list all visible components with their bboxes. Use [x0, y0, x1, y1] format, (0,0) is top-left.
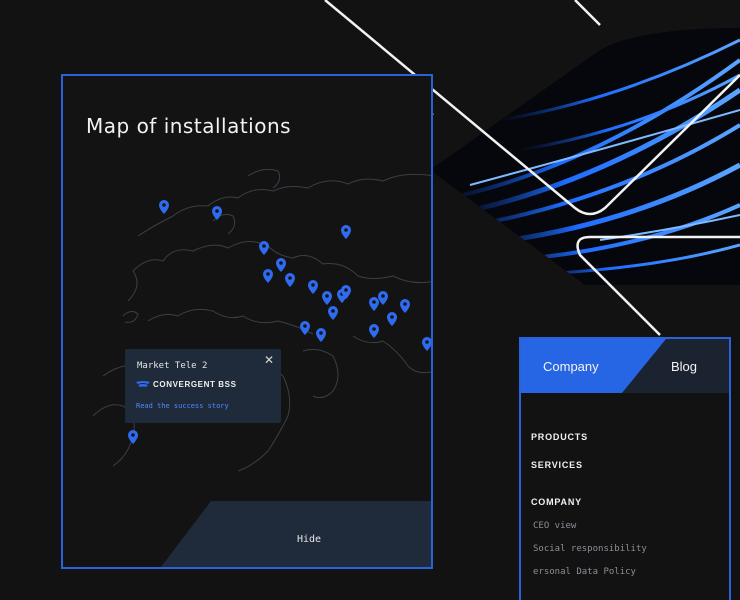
- tab-company[interactable]: Company: [543, 359, 599, 374]
- tab-blog[interactable]: Blog: [671, 359, 697, 374]
- success-story-link[interactable]: Read the success story: [136, 402, 229, 410]
- light-streaks-image: [430, 28, 740, 285]
- hide-button[interactable]: Hide: [297, 534, 321, 545]
- location-pin-dot: [279, 261, 283, 265]
- location-pin-icon[interactable]: [378, 291, 388, 305]
- convergent-logo-icon: [136, 381, 150, 387]
- location-pin-icon[interactable]: [259, 241, 269, 255]
- menu-products[interactable]: PRODUCTS: [531, 432, 588, 442]
- location-pin-dot: [372, 300, 376, 304]
- location-pin-dot: [162, 203, 166, 207]
- location-pin-icon[interactable]: [308, 280, 318, 294]
- location-pin-dot: [131, 433, 135, 437]
- world-map[interactable]: [63, 76, 433, 569]
- location-pin-dot: [319, 331, 323, 335]
- location-pin-dot: [215, 209, 219, 213]
- location-pin-icon[interactable]: [285, 273, 295, 287]
- location-pin-dot: [403, 302, 407, 306]
- location-pin-dot: [381, 294, 385, 298]
- location-pin-dot: [288, 276, 292, 280]
- location-pin-icon[interactable]: [316, 328, 326, 342]
- location-pin-icon[interactable]: [400, 299, 410, 313]
- location-pin-icon[interactable]: [322, 291, 332, 305]
- location-pin-dot: [262, 244, 266, 248]
- close-icon[interactable]: ✕: [264, 353, 274, 367]
- location-pin-icon[interactable]: [159, 200, 169, 214]
- location-pin-dot: [325, 294, 329, 298]
- location-pin-icon[interactable]: [212, 206, 222, 220]
- location-pin-dot: [266, 272, 270, 276]
- popup-market-label: Market Tele 2: [137, 361, 208, 371]
- location-pin-icon[interactable]: [276, 258, 286, 272]
- location-pin-icon[interactable]: [422, 337, 432, 351]
- menu-item-data-policy[interactable]: ersonal Data Policy: [533, 567, 636, 577]
- popup-product-label: CONVERGENT BSS: [153, 380, 237, 389]
- installation-popup: Market Tele 2 ✕ CONVERGENT BSS Read the …: [125, 349, 281, 423]
- location-pin-icon[interactable]: [369, 297, 379, 311]
- location-pin-dot: [331, 309, 335, 313]
- location-pin-icon[interactable]: [328, 306, 338, 320]
- menu-item-ceo-view[interactable]: CEO view: [533, 521, 576, 531]
- location-pin-icon[interactable]: [369, 324, 379, 338]
- location-pin-dot: [344, 288, 348, 292]
- location-pin-icon[interactable]: [263, 269, 273, 283]
- location-pin-dot: [311, 283, 315, 287]
- location-pin-dot: [425, 340, 429, 344]
- location-pin-icon[interactable]: [341, 225, 351, 239]
- menu-panel: Company Blog PRODUCTS SERVICES COMPANY C…: [519, 337, 731, 600]
- menu-services[interactable]: SERVICES: [531, 460, 583, 470]
- location-pin-icon[interactable]: [387, 312, 397, 326]
- location-pin-dot: [344, 228, 348, 232]
- location-pin-dot: [303, 324, 307, 328]
- map-title: Map of installations: [86, 114, 292, 138]
- menu-company[interactable]: COMPANY: [531, 497, 582, 507]
- location-pin-dot: [372, 327, 376, 331]
- hide-bar[interactable]: [63, 501, 433, 569]
- location-pin-dot: [390, 315, 394, 319]
- menu-item-social-responsibility[interactable]: Social responsibility: [533, 544, 647, 554]
- location-pin-icon[interactable]: [128, 430, 138, 444]
- map-outlines: [92, 168, 431, 472]
- location-pin-icon[interactable]: [300, 321, 310, 335]
- map-panel: Map of installations Market Tele 2 ✕ CON…: [61, 74, 433, 569]
